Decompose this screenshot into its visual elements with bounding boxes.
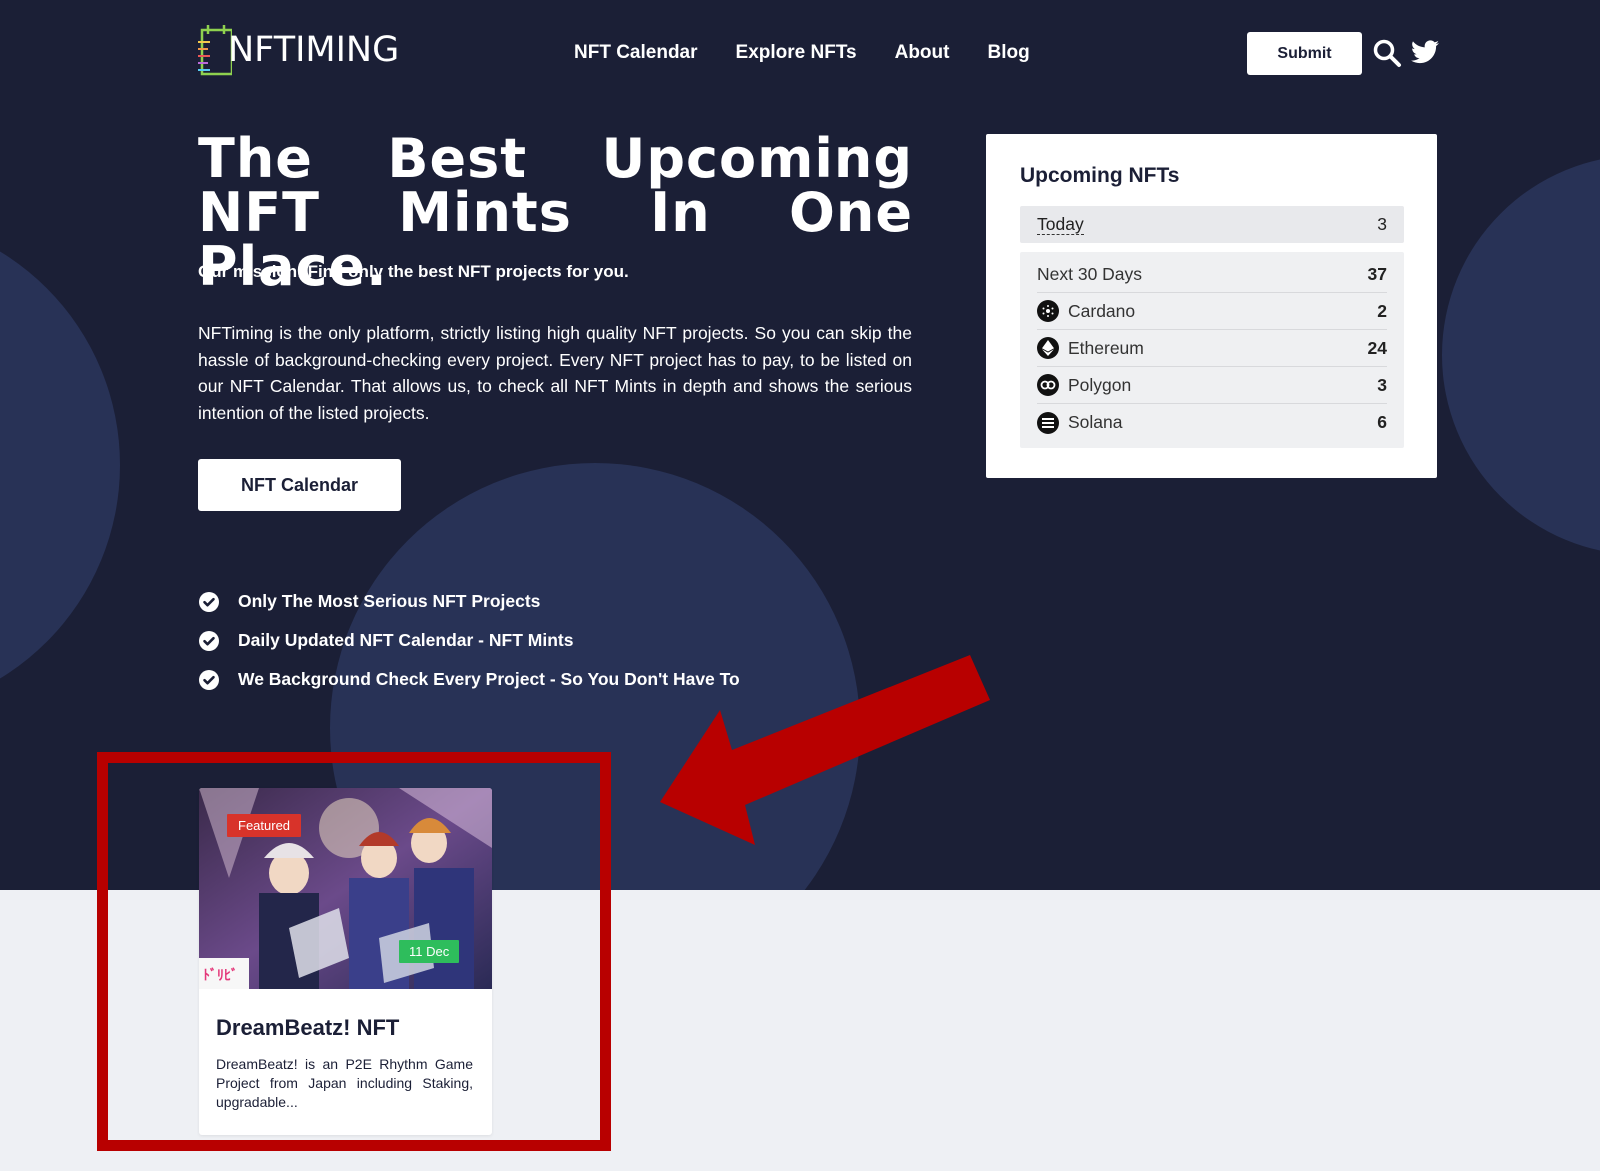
list-item-count: 2 (1377, 300, 1387, 321)
upcoming-nfts-panel: Upcoming NFTs Today 3 Next 30 Days 37 Ca… (986, 134, 1437, 478)
ethereum-icon (1037, 337, 1059, 359)
list-item-label: Cardano (1068, 300, 1136, 321)
decorative-circle (0, 215, 120, 715)
list-item-label: Solana (1068, 412, 1123, 432)
main-nav: NFT Calendar Explore NFTs About Blog (574, 42, 1030, 64)
check-circle-icon (199, 669, 219, 690)
calendar-logo-icon (198, 25, 232, 76)
site-logo[interactable]: NFTIMING (198, 20, 399, 78)
submit-button[interactable]: Submit (1247, 32, 1362, 75)
mission-statement: Our mission: Find only the best NFT proj… (198, 262, 629, 281)
list-item-polygon[interactable]: Polygon 3 (1037, 367, 1387, 404)
feature-text: Only The Most Serious NFT Projects (238, 591, 541, 611)
list-item-ethereum[interactable]: Ethereum 24 (1037, 330, 1387, 367)
list-item-label: Polygon (1068, 374, 1132, 395)
search-icon[interactable] (1372, 38, 1402, 68)
panel-title: Upcoming NFTs (1020, 164, 1180, 187)
list-item-label: Ethereum (1068, 337, 1144, 358)
check-circle-icon (199, 591, 219, 612)
annotation-arrow-icon (660, 655, 990, 845)
list-item-solana[interactable]: Solana 6 (1037, 404, 1387, 441)
feature-item: Only The Most Serious NFT Projects (198, 582, 740, 621)
check-circle-icon (199, 630, 219, 651)
nav-link-explore-nfts[interactable]: Explore NFTs (736, 42, 857, 64)
list-item-next-30-days[interactable]: Next 30 Days 37 (1037, 256, 1387, 293)
list-item-count: 6 (1377, 412, 1387, 432)
feature-list: Only The Most Serious NFT Projects Daily… (198, 582, 740, 699)
today-label: Today (1037, 214, 1084, 235)
platform-description: NFTiming is the only platform, strictly … (198, 323, 912, 423)
feature-text: Daily Updated NFT Calendar - NFT Mints (238, 630, 574, 650)
solana-icon (1037, 411, 1059, 434)
list-item-label: Next 30 Days (1037, 263, 1143, 284)
twitter-icon[interactable] (1411, 40, 1439, 64)
logo-text: NFTIMING (228, 30, 400, 70)
nft-calendar-button[interactable]: NFT Calendar (198, 459, 401, 511)
decorative-circle (1442, 155, 1600, 555)
cardano-icon (1037, 300, 1059, 322)
polygon-icon (1037, 374, 1059, 396)
list-item-cardano[interactable]: Cardano 2 (1037, 293, 1387, 330)
list-item-count: 37 (1367, 263, 1387, 284)
upcoming-list: Next 30 Days 37 Cardano 2 Ethereum 24 Po… (1020, 252, 1404, 448)
feature-item: We Background Check Every Project - So Y… (198, 660, 740, 699)
list-item-count: 24 (1367, 337, 1387, 358)
list-item-count: 3 (1377, 374, 1387, 395)
today-row[interactable]: Today 3 (1020, 206, 1404, 243)
nav-link-blog[interactable]: Blog (987, 42, 1029, 64)
highlight-frame (97, 752, 611, 1151)
nav-link-about[interactable]: About (895, 42, 950, 64)
feature-item: Daily Updated NFT Calendar - NFT Mints (198, 621, 740, 660)
nav-link-nft-calendar[interactable]: NFT Calendar (574, 42, 698, 64)
today-count: 3 (1377, 214, 1387, 234)
